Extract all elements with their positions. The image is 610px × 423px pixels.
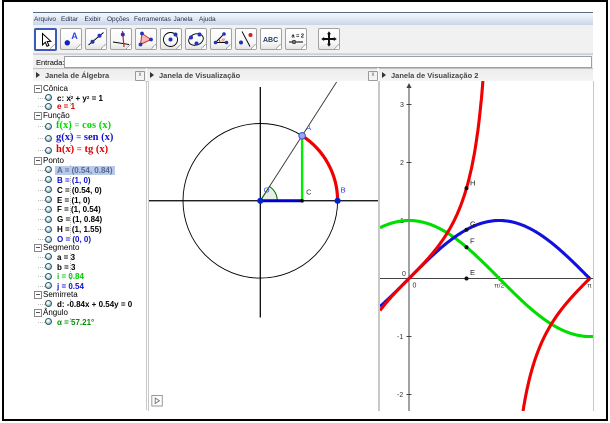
svg-text:a = 2: a = 2 (292, 34, 304, 40)
svg-text:G: G (470, 219, 476, 228)
svg-text:E: E (470, 268, 475, 277)
svg-text:O: O (263, 185, 269, 194)
svg-text:2: 2 (400, 160, 404, 167)
svg-text:-2: -2 (397, 392, 403, 399)
svg-text:C: C (306, 187, 312, 196)
svg-text:B: B (340, 185, 345, 194)
svg-text:3: 3 (400, 102, 404, 109)
svg-text:H: H (470, 179, 475, 188)
svg-text:F: F (470, 237, 475, 246)
svg-text:ABC: ABC (263, 37, 278, 44)
svg-text:0: 0 (413, 283, 417, 290)
svg-text:π: π (587, 283, 592, 290)
svg-text:A: A (71, 31, 78, 41)
svg-text:0: 0 (402, 271, 406, 278)
svg-text:-1: -1 (397, 334, 403, 341)
svg-text:A: A (306, 123, 311, 132)
